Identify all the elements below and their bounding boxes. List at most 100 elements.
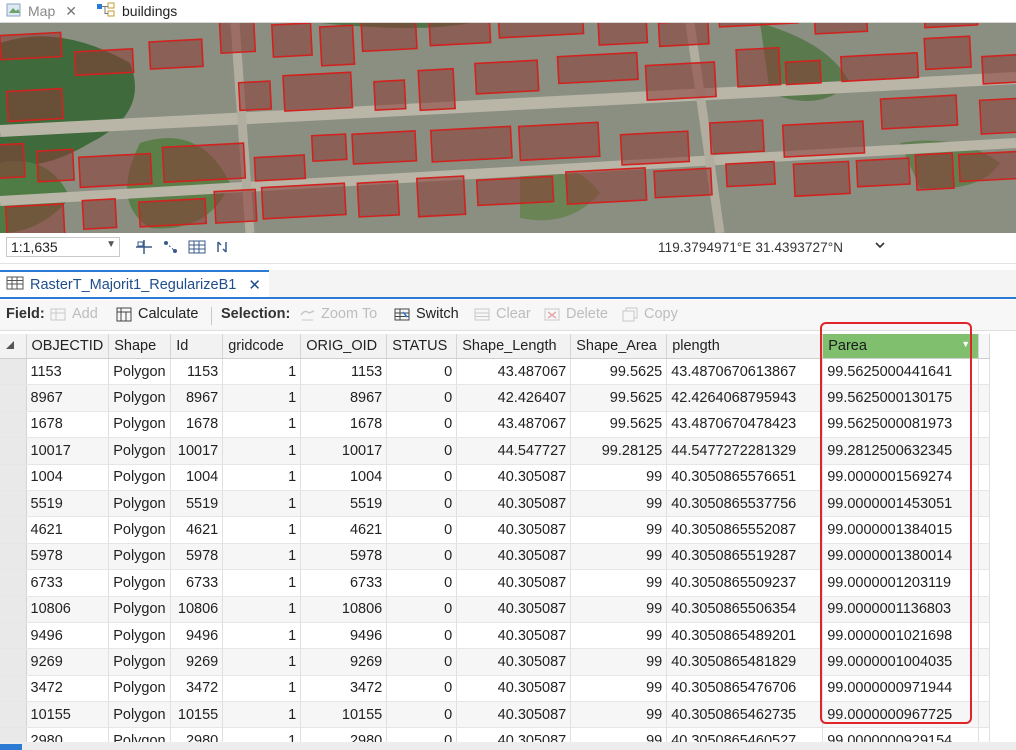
cell-status[interactable]: 0 <box>386 411 458 439</box>
cell-shape-area[interactable]: 99 <box>570 701 668 729</box>
cell-status[interactable]: 0 <box>386 596 458 623</box>
cell-shape-area[interactable]: 99.5625 <box>570 411 668 439</box>
cell-objectid[interactable]: 3472 <box>26 675 110 703</box>
cell-status[interactable]: 0 <box>386 543 458 571</box>
table-row[interactable]: 9496 Polygon 9496 1 9496 0 40.305087 99 40.30508… <box>0 622 991 650</box>
table-row[interactable]: 10155 Polygon 10155 1 10155 0 40.305087 99 40.30… <box>0 701 991 729</box>
close-icon[interactable]: ✕ <box>65 3 77 20</box>
close-icon[interactable]: ✕ <box>248 276 261 294</box>
cell-shape-length[interactable]: 40.305087 <box>456 596 572 623</box>
sort-descending-icon[interactable]: ▼ <box>961 339 970 349</box>
cell-objectid[interactable]: 9496 <box>26 622 110 650</box>
cell-shape-area[interactable]: 99.5625 <box>570 358 668 386</box>
cell-plength[interactable]: 40.3050865552087 <box>666 516 824 544</box>
cell-plength[interactable]: 40.3050865509237 <box>666 569 824 597</box>
cell-parea[interactable]: 99.0000001004035 <box>822 648 980 676</box>
cell-status[interactable]: 0 <box>386 384 458 412</box>
row-selector[interactable] <box>0 596 27 623</box>
cell-parea[interactable]: 99.0000000967725 <box>822 701 980 729</box>
tab-buildings[interactable]: buildings <box>96 0 177 22</box>
cell-objectid[interactable]: 9269 <box>26 648 110 676</box>
row-selector[interactable] <box>0 701 27 729</box>
cell-gridcode[interactable]: 1 <box>222 622 302 650</box>
cell-parea[interactable]: 99.5625000081973 <box>822 411 980 439</box>
row-selector[interactable] <box>0 622 27 650</box>
switch-selection-button[interactable]: Switch <box>394 306 459 322</box>
row-selector[interactable] <box>0 358 27 386</box>
cell-plength[interactable]: 40.3050865489201 <box>666 622 824 650</box>
cell-orig-oid[interactable]: 1678 <box>300 411 388 439</box>
cell-plength[interactable]: 40.3050865519287 <box>666 543 824 571</box>
cell-shape[interactable]: Polygon <box>108 437 172 465</box>
cell-id[interactable]: 10155 <box>170 701 224 729</box>
horizontal-scrollbar[interactable] <box>0 742 1016 750</box>
cell-objectid[interactable]: 4621 <box>26 516 110 544</box>
cell-shape[interactable]: Polygon <box>108 701 172 729</box>
cell-objectid[interactable]: 1004 <box>26 464 110 491</box>
cell-id[interactable]: 5978 <box>170 543 224 571</box>
cell-shape-area[interactable]: 99 <box>570 622 668 650</box>
cell-plength[interactable]: 40.3050865537756 <box>666 490 824 518</box>
cell-id[interactable]: 3472 <box>170 675 224 703</box>
cell-gridcode[interactable]: 1 <box>222 675 302 703</box>
cell-status[interactable]: 0 <box>386 464 458 491</box>
cell-gridcode[interactable]: 1 <box>222 701 302 729</box>
cell-gridcode[interactable]: 1 <box>222 437 302 465</box>
cell-shape-length[interactable]: 43.487067 <box>456 358 572 386</box>
cell-plength[interactable]: 42.4264068795943 <box>666 384 824 412</box>
cell-shape-area[interactable]: 99 <box>570 490 668 518</box>
cell-shape[interactable]: Polygon <box>108 596 172 623</box>
refresh-icon[interactable] <box>214 239 232 255</box>
cell-plength[interactable]: 43.4870670613867 <box>666 358 824 386</box>
cell-objectid[interactable]: 1153 <box>26 358 110 386</box>
cell-shape-area[interactable]: 99 <box>570 569 668 597</box>
cell-objectid[interactable]: 10155 <box>26 701 110 729</box>
cell-status[interactable]: 0 <box>386 569 458 597</box>
tab-attribute-table[interactable]: RasterT_Majorit1_RegularizeB1 ✕ <box>0 270 269 297</box>
cell-parea[interactable]: 99.0000001453051 <box>822 490 980 518</box>
cell-plength[interactable]: 40.3050865481829 <box>666 648 824 676</box>
cell-gridcode[interactable]: 1 <box>222 411 302 439</box>
cell-status[interactable]: 0 <box>386 358 458 386</box>
cell-shape[interactable]: Polygon <box>108 464 172 491</box>
cell-orig-oid[interactable]: 10155 <box>300 701 388 729</box>
cell-plength[interactable]: 40.3050865576651 <box>666 464 824 491</box>
row-selector[interactable] <box>0 384 27 412</box>
column-header-objectid[interactable]: OBJECTID <box>26 334 110 359</box>
cell-shape[interactable]: Polygon <box>108 622 172 650</box>
table-row[interactable]: 5519 Polygon 5519 1 5519 0 40.305087 99 40.30508… <box>0 490 991 518</box>
cell-id[interactable]: 1153 <box>170 358 224 386</box>
cell-gridcode[interactable]: 1 <box>222 384 302 412</box>
table-row[interactable]: 5978 Polygon 5978 1 5978 0 40.305087 99 40.30508… <box>0 543 991 571</box>
cell-gridcode[interactable]: 1 <box>222 490 302 518</box>
column-header-orig-oid[interactable]: ORIG_OID <box>300 334 388 359</box>
cell-id[interactable]: 1678 <box>170 411 224 439</box>
cell-plength[interactable]: 44.5477272281329 <box>666 437 824 465</box>
column-header-gridcode[interactable]: gridcode <box>222 334 302 359</box>
cell-gridcode[interactable]: 1 <box>222 596 302 623</box>
cell-gridcode[interactable]: 1 <box>222 648 302 676</box>
cell-objectid[interactable]: 10806 <box>26 596 110 623</box>
table-row[interactable]: 8967 Polygon 8967 1 8967 0 42.426407 99.5625 42.… <box>0 384 991 412</box>
row-selector[interactable] <box>0 490 27 518</box>
cell-shape[interactable]: Polygon <box>108 675 172 703</box>
cell-orig-oid[interactable]: 9496 <box>300 622 388 650</box>
row-selector[interactable] <box>0 411 27 439</box>
cell-shape-length[interactable]: 40.305087 <box>456 701 572 729</box>
cell-id[interactable]: 10017 <box>170 437 224 465</box>
cell-shape[interactable]: Polygon <box>108 358 172 386</box>
scrollbar-thumb[interactable] <box>0 744 22 750</box>
cell-shape-length[interactable]: 40.305087 <box>456 622 572 650</box>
cell-shape-area[interactable]: 99 <box>570 675 668 703</box>
cell-shape-area[interactable]: 99 <box>570 543 668 571</box>
cell-id[interactable]: 9269 <box>170 648 224 676</box>
cell-shape[interactable]: Polygon <box>108 490 172 518</box>
table-row[interactable]: 10806 Polygon 10806 1 10806 0 40.305087 99 40.30… <box>0 596 991 623</box>
cell-parea[interactable]: 99.5625000130175 <box>822 384 980 412</box>
cell-objectid[interactable]: 5978 <box>26 543 110 571</box>
cell-shape-length[interactable]: 44.547727 <box>456 437 572 465</box>
cell-parea[interactable]: 99.5625000441641 <box>822 358 980 386</box>
cell-shape[interactable]: Polygon <box>108 411 172 439</box>
cell-orig-oid[interactable]: 4621 <box>300 516 388 544</box>
cell-shape[interactable]: Polygon <box>108 648 172 676</box>
